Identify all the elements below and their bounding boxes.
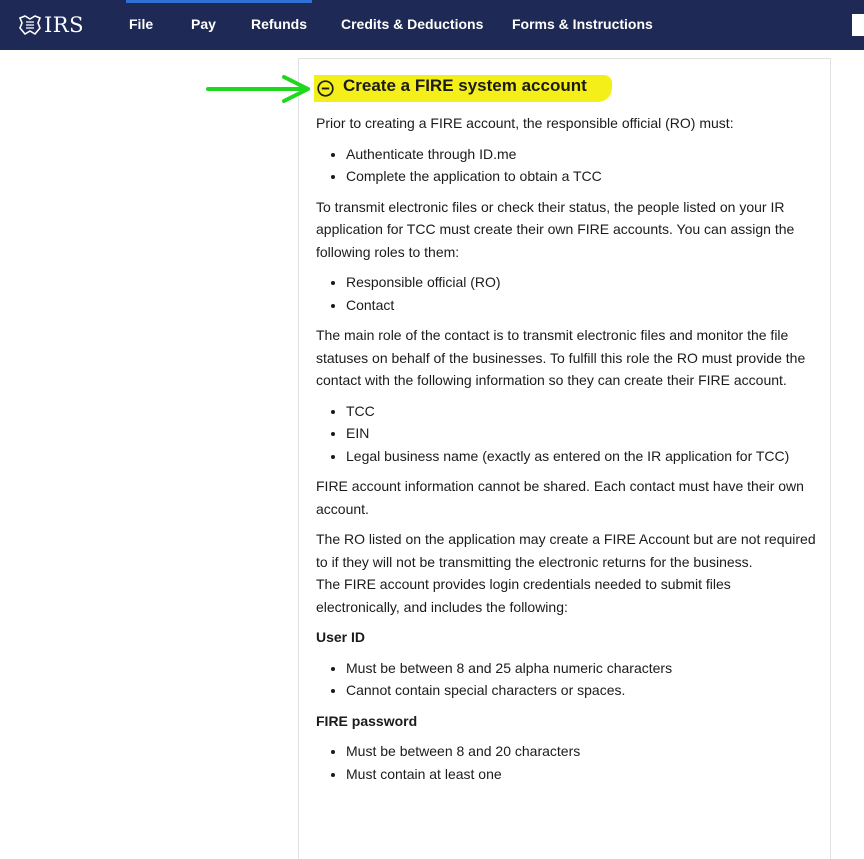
list-item: Responsible official (RO) bbox=[346, 271, 816, 294]
list-item: Legal business name (exactly as entered … bbox=[346, 445, 816, 468]
ro-paragraph: The RO listed on the application may cre… bbox=[316, 531, 816, 570]
list-item: Must be between 8 and 20 characters bbox=[346, 740, 816, 763]
provides-paragraph: The FIRE account provides login credenti… bbox=[316, 576, 731, 615]
list-item: Cannot contain special characters or spa… bbox=[346, 679, 816, 702]
list-item: TCC bbox=[346, 400, 816, 423]
top-accent-line bbox=[126, 0, 312, 3]
irs-logo[interactable]: IRS bbox=[18, 10, 84, 40]
accordion-content: Prior to creating a FIRE account, the re… bbox=[316, 112, 816, 793]
list-item: Contact bbox=[346, 294, 816, 317]
list-item: Must be between 8 and 25 alpha numeric c… bbox=[346, 657, 816, 680]
list-item: EIN bbox=[346, 422, 816, 445]
logo-text: IRS bbox=[44, 13, 84, 37]
list-item: Authenticate through ID.me bbox=[346, 143, 816, 166]
list-item: Complete the application to obtain a TCC bbox=[346, 165, 816, 188]
contact-paragraph: The main role of the contact is to trans… bbox=[316, 327, 806, 388]
accordion-title[interactable]: Create a FIRE system account bbox=[343, 76, 587, 96]
password-rules-list: Must be between 8 and 20 characters Must… bbox=[316, 740, 816, 785]
nav-forms-instructions[interactable]: Forms & Instructions bbox=[512, 16, 653, 32]
top-navigation-bar: IRS File Pay Refunds Credits & Deduction… bbox=[0, 0, 864, 50]
list-item: Must contain at least one bbox=[346, 763, 816, 786]
eagle-icon bbox=[18, 15, 42, 36]
nav-refunds[interactable]: Refunds bbox=[251, 16, 307, 32]
ro-requirements-list: Authenticate through ID.me Complete the … bbox=[316, 143, 816, 188]
info-list: TCC EIN Legal business name (exactly as … bbox=[316, 400, 816, 468]
nav-file[interactable]: File bbox=[129, 16, 153, 32]
intro-paragraph: Prior to creating a FIRE account, the re… bbox=[316, 115, 734, 131]
nav-pay[interactable]: Pay bbox=[191, 16, 216, 32]
userid-heading: User ID bbox=[316, 629, 366, 645]
green-arrow-icon bbox=[206, 75, 310, 103]
userid-rules-list: Must be between 8 and 25 alpha numeric c… bbox=[316, 657, 816, 702]
transmit-paragraph: To transmit electronic files or check th… bbox=[316, 198, 795, 260]
minus-circle-icon[interactable] bbox=[317, 80, 334, 97]
shared-paragraph: FIRE account information cannot be share… bbox=[316, 478, 804, 517]
password-heading: FIRE password bbox=[316, 712, 418, 729]
search-input[interactable] bbox=[852, 14, 864, 36]
nav-credits-deductions[interactable]: Credits & Deductions bbox=[341, 16, 483, 32]
roles-list: Responsible official (RO) Contact bbox=[316, 271, 816, 316]
